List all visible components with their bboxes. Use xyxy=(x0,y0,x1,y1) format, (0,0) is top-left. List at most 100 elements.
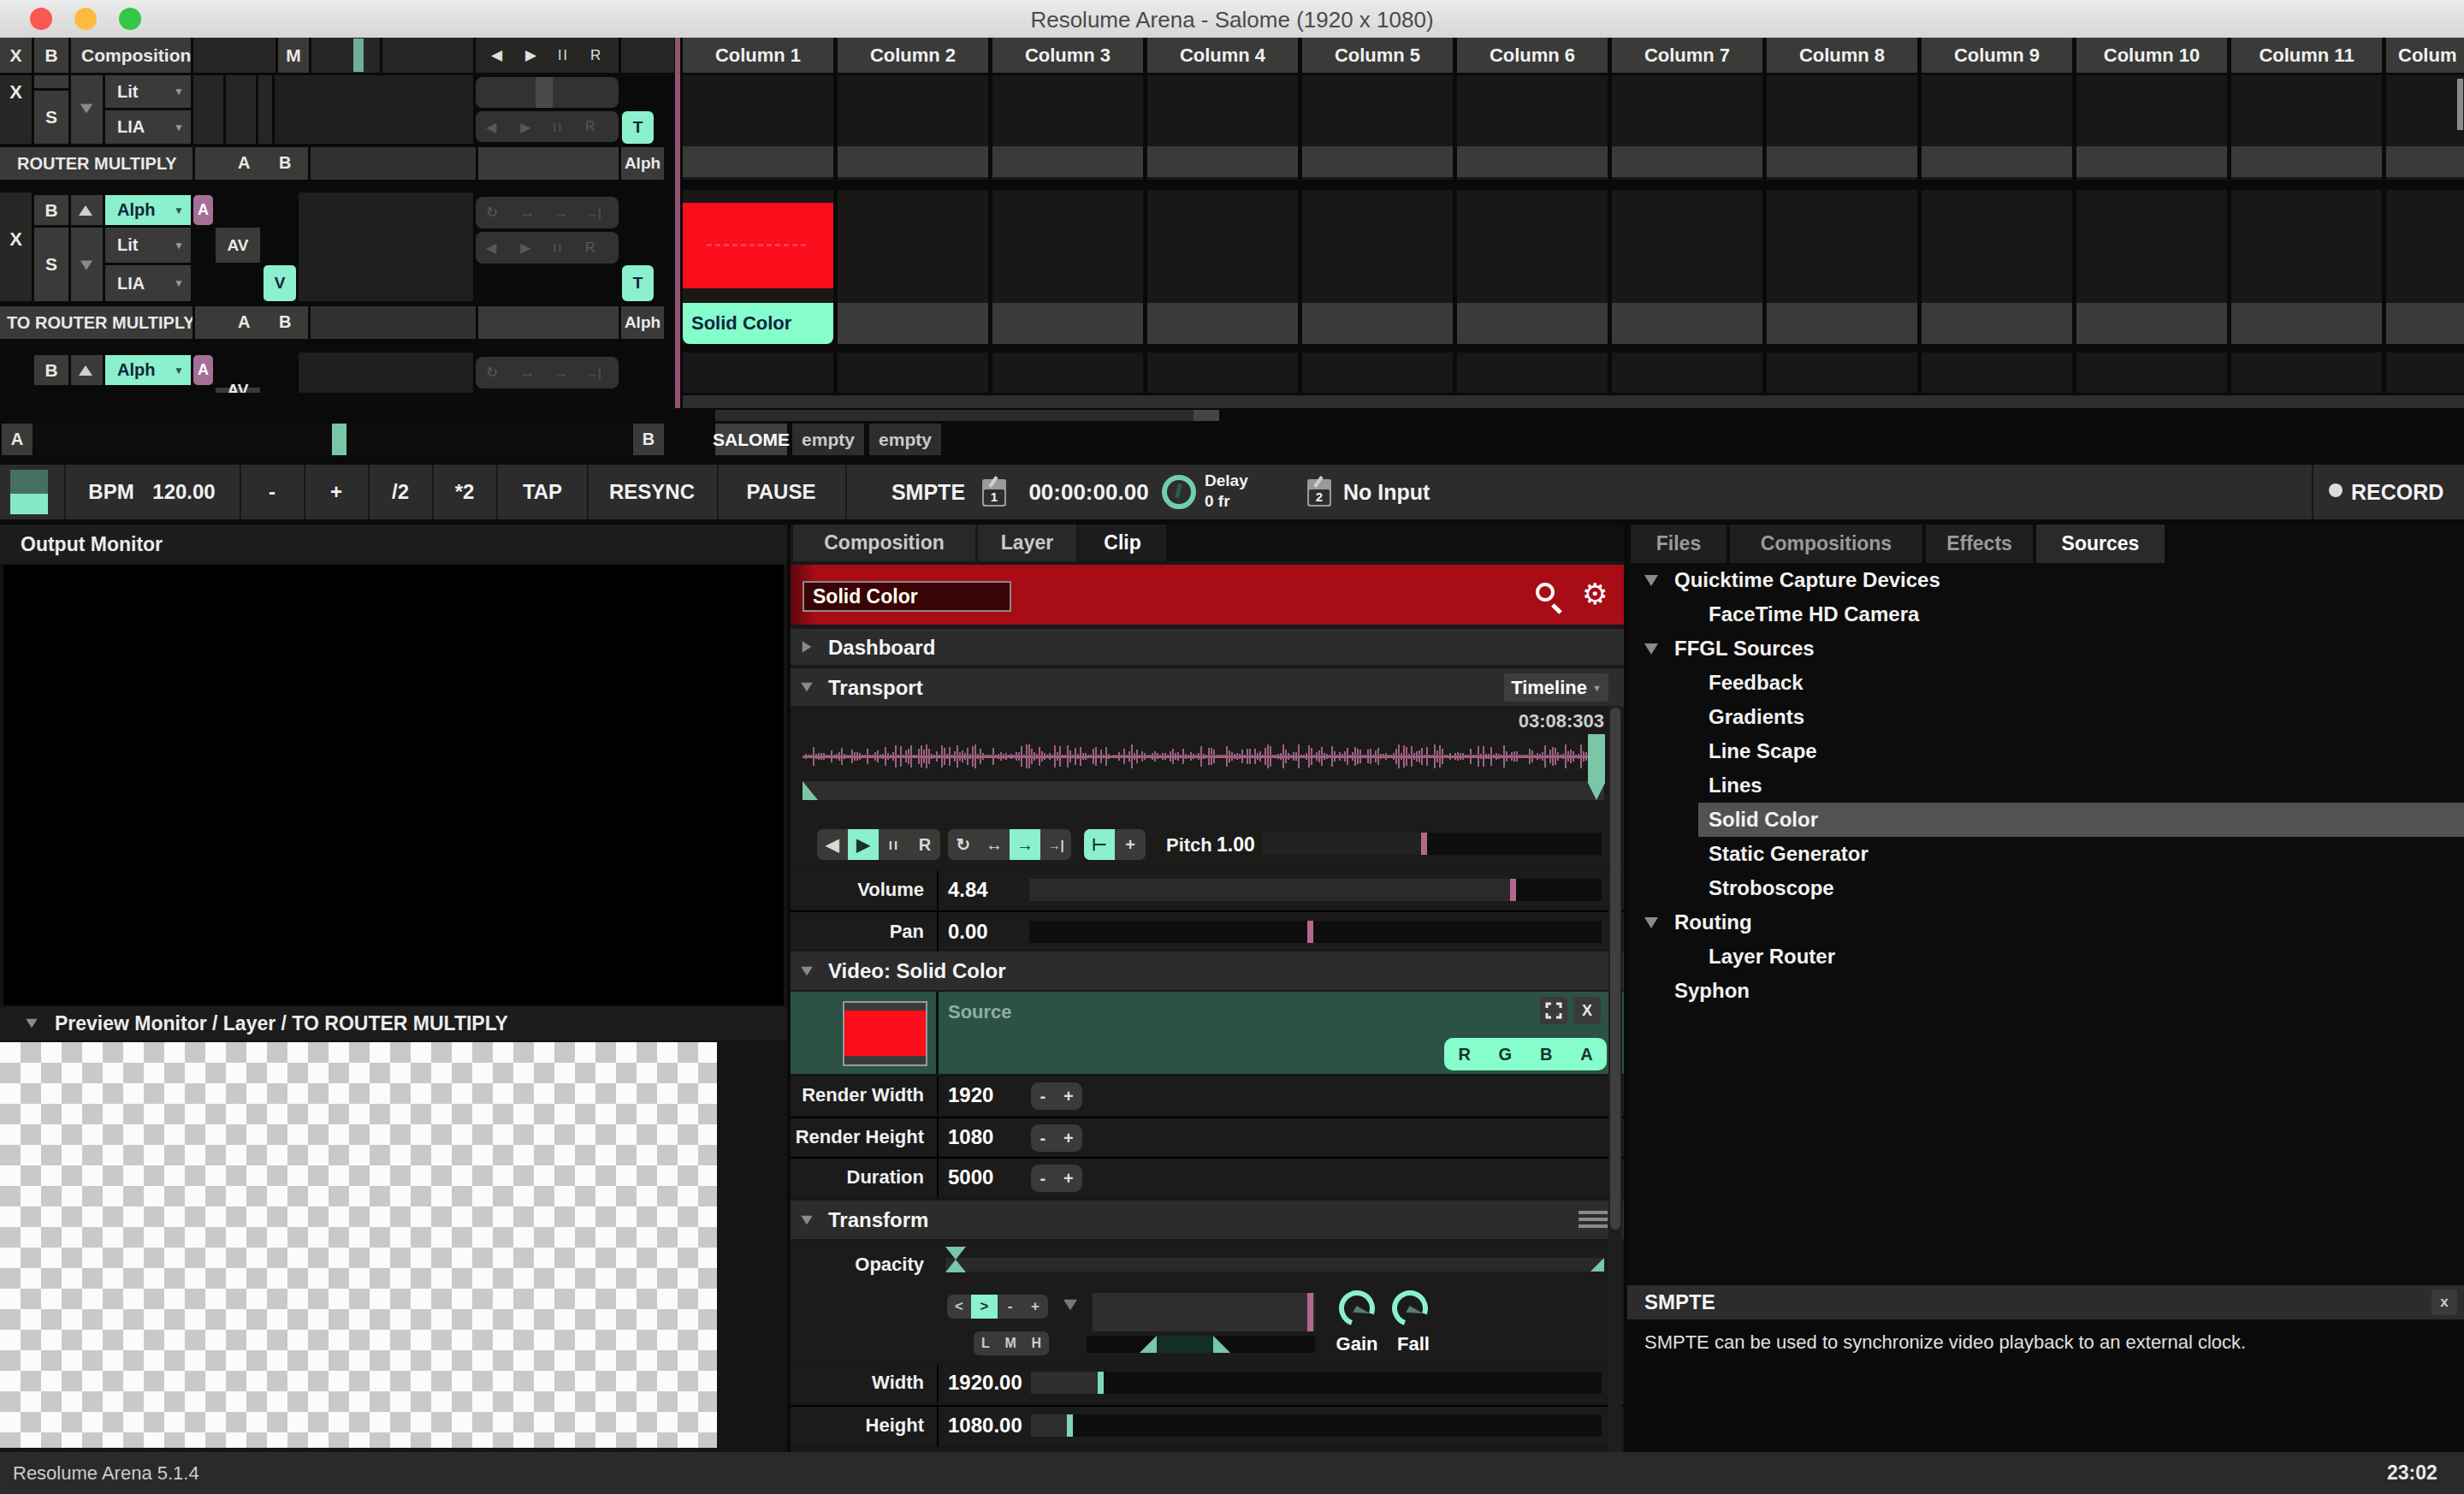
duration-value[interactable]: 5000 xyxy=(948,1165,993,1189)
envelope-bar[interactable] xyxy=(1087,1336,1315,1353)
clip-slot[interactable] xyxy=(838,190,988,344)
play-forward-button[interactable]: → xyxy=(1010,829,1040,860)
composition-clear-button[interactable]: X xyxy=(0,38,32,73)
tap-button[interactable]: TAP xyxy=(498,465,587,519)
clip-slot[interactable] xyxy=(1147,353,1298,393)
stepper-minus[interactable]: - xyxy=(1040,1169,1045,1189)
bpm-mul2-button[interactable]: *2 xyxy=(434,465,495,519)
tab-sources[interactable]: Sources xyxy=(2036,525,2165,563)
bpm-minus-button[interactable]: - xyxy=(241,465,303,519)
layer2-blend-dropdown[interactable]: Alph▼ xyxy=(105,195,191,225)
layer3-fader-cell2[interactable] xyxy=(478,147,619,180)
render-width-stepper[interactable]: -+ xyxy=(1031,1082,1082,1110)
retrigger-button[interactable]: R xyxy=(909,829,940,860)
clip-slot[interactable] xyxy=(1922,75,2072,180)
column-header[interactable]: Column 1 xyxy=(683,38,833,73)
bpm-plus-button[interactable]: + xyxy=(305,465,367,519)
bpm-div2-button[interactable]: /2 xyxy=(370,465,431,519)
clip-slot[interactable] xyxy=(683,75,833,180)
layer2-name[interactable]: TO ROUTER MULTIPLY xyxy=(0,306,192,339)
clip-slot[interactable] xyxy=(838,353,988,393)
nudge-minus-button[interactable]: - xyxy=(998,1295,1022,1319)
layer1-bypass-button[interactable]: B xyxy=(34,355,68,385)
composition-retrigger-icon[interactable]: R xyxy=(590,38,601,73)
tab-compositions[interactable]: Compositions xyxy=(1730,525,1922,563)
resync-button[interactable]: RESYNC xyxy=(589,465,715,519)
clip-thumbnail[interactable] xyxy=(683,203,833,288)
clip-slot[interactable] xyxy=(1302,190,1453,344)
stepper-plus[interactable]: + xyxy=(1063,1129,1074,1148)
tree-item-gradients[interactable]: Gradients xyxy=(1627,700,2464,734)
tab-files[interactable]: Files xyxy=(1631,525,1727,563)
timeline-out-handle[interactable] xyxy=(1588,734,1605,783)
timeline-in-handle[interactable] xyxy=(803,781,818,800)
column-header[interactable]: Column 10 xyxy=(2076,38,2227,73)
tree-item-layer-router[interactable]: Layer Router xyxy=(1627,940,2464,974)
column-header[interactable]: Column 5 xyxy=(1302,38,1453,73)
clip-slot[interactable] xyxy=(1457,75,1608,180)
clip-slot[interactable] xyxy=(1612,353,1762,393)
tree-item-lines[interactable]: Lines xyxy=(1627,768,2464,803)
clip-slot[interactable] xyxy=(1767,353,1917,393)
clip-slot[interactable] xyxy=(992,75,1143,180)
tree-item-facetime-hd-camera[interactable]: FaceTime HD Camera xyxy=(1627,597,2464,631)
layer3-alpha-tag[interactable]: Alph xyxy=(621,147,664,180)
layer2-lit-dropdown[interactable]: Lit▼ xyxy=(105,228,191,263)
clip-slot[interactable] xyxy=(2386,75,2464,180)
bounce-button[interactable]: ↔ xyxy=(979,829,1010,860)
video-collapse-icon[interactable] xyxy=(801,967,813,976)
column-header[interactable]: Column 6 xyxy=(1457,38,1608,73)
pause-button-clip[interactable]: II xyxy=(879,829,909,860)
mid-button[interactable]: M xyxy=(1004,1331,1016,1355)
tab-clip[interactable]: Clip xyxy=(1079,525,1166,561)
clip-name-field[interactable]: Solid Color xyxy=(803,581,1011,612)
prev-frame-button[interactable]: ◀ xyxy=(817,829,848,860)
column-header[interactable]: Colum xyxy=(2386,38,2464,73)
pitch-slider[interactable] xyxy=(1263,833,1602,855)
layer2-bypass-button[interactable]: B xyxy=(34,195,68,225)
crossfader-b-button[interactable]: B xyxy=(633,424,664,455)
clip-slot[interactable] xyxy=(2386,190,2464,344)
play-once-button[interactable]: →| xyxy=(1040,829,1071,860)
clip-slot[interactable] xyxy=(2231,75,2382,180)
clip-slot[interactable] xyxy=(2076,190,2227,344)
composition-master-button[interactable]: M xyxy=(278,38,309,73)
tree-expand-icon[interactable] xyxy=(1644,643,1658,655)
solid-color-clip[interactable]: Solid Color xyxy=(683,190,833,344)
layer1-blend-dropdown[interactable]: Alph▼ xyxy=(105,355,191,385)
layer2-fader-cell2[interactable] xyxy=(478,306,619,339)
clip-slot[interactable] xyxy=(1922,353,2072,393)
expand-icon[interactable] xyxy=(1540,997,1567,1024)
layer3-blend-dropdown[interactable]: Lit▼ xyxy=(105,75,191,108)
smpte-timecode[interactable]: 00:00:00.00 xyxy=(1018,465,1159,519)
envelope-dropdown-icon[interactable] xyxy=(1063,1300,1077,1311)
layer3-ab-cell[interactable]: AB xyxy=(195,147,308,180)
clip-slot[interactable] xyxy=(1147,190,1298,344)
layer2-up-button[interactable] xyxy=(71,195,103,225)
alpha-channel-button[interactable]: A xyxy=(1580,1045,1592,1064)
clip-slot[interactable] xyxy=(1612,190,1762,344)
pause-button[interactable]: PAUSE xyxy=(719,465,844,519)
metronome-2-icon[interactable]: 2 xyxy=(1307,479,1331,507)
composition-bypass-button[interactable]: B xyxy=(34,38,68,73)
layer3-updown-cell[interactable] xyxy=(71,75,103,144)
crossfader-handle[interactable] xyxy=(332,424,346,455)
layer3-name[interactable]: ROUTER MULTIPLY xyxy=(0,147,192,180)
tree-item-feedback[interactable]: Feedback xyxy=(1627,666,2464,700)
clip-slot[interactable] xyxy=(2076,353,2227,393)
clip-name-label[interactable]: Solid Color xyxy=(683,303,833,344)
column-header[interactable]: Column 7 xyxy=(1612,38,1762,73)
composition-pause-icon[interactable]: II xyxy=(558,38,569,73)
clip-slot[interactable] xyxy=(1302,75,1453,180)
menu-icon[interactable] xyxy=(1578,1211,1608,1214)
tree-item-routing[interactable]: Routing xyxy=(1627,905,2464,940)
layer3-clear-button[interactable]: X xyxy=(0,75,32,144)
bpm-value[interactable]: 120.00 xyxy=(141,465,227,519)
layer2-a-button[interactable]: A xyxy=(193,195,213,225)
tab-layer[interactable]: Layer xyxy=(978,525,1076,561)
layer1-a-button[interactable]: A xyxy=(193,355,213,385)
composition-speed-cell[interactable] xyxy=(193,38,275,73)
gear-icon[interactable]: ⚙ xyxy=(1582,577,1608,611)
layer2-ab-cell[interactable]: AB xyxy=(195,306,308,339)
smpte-close-button[interactable]: x xyxy=(2431,1289,2457,1315)
